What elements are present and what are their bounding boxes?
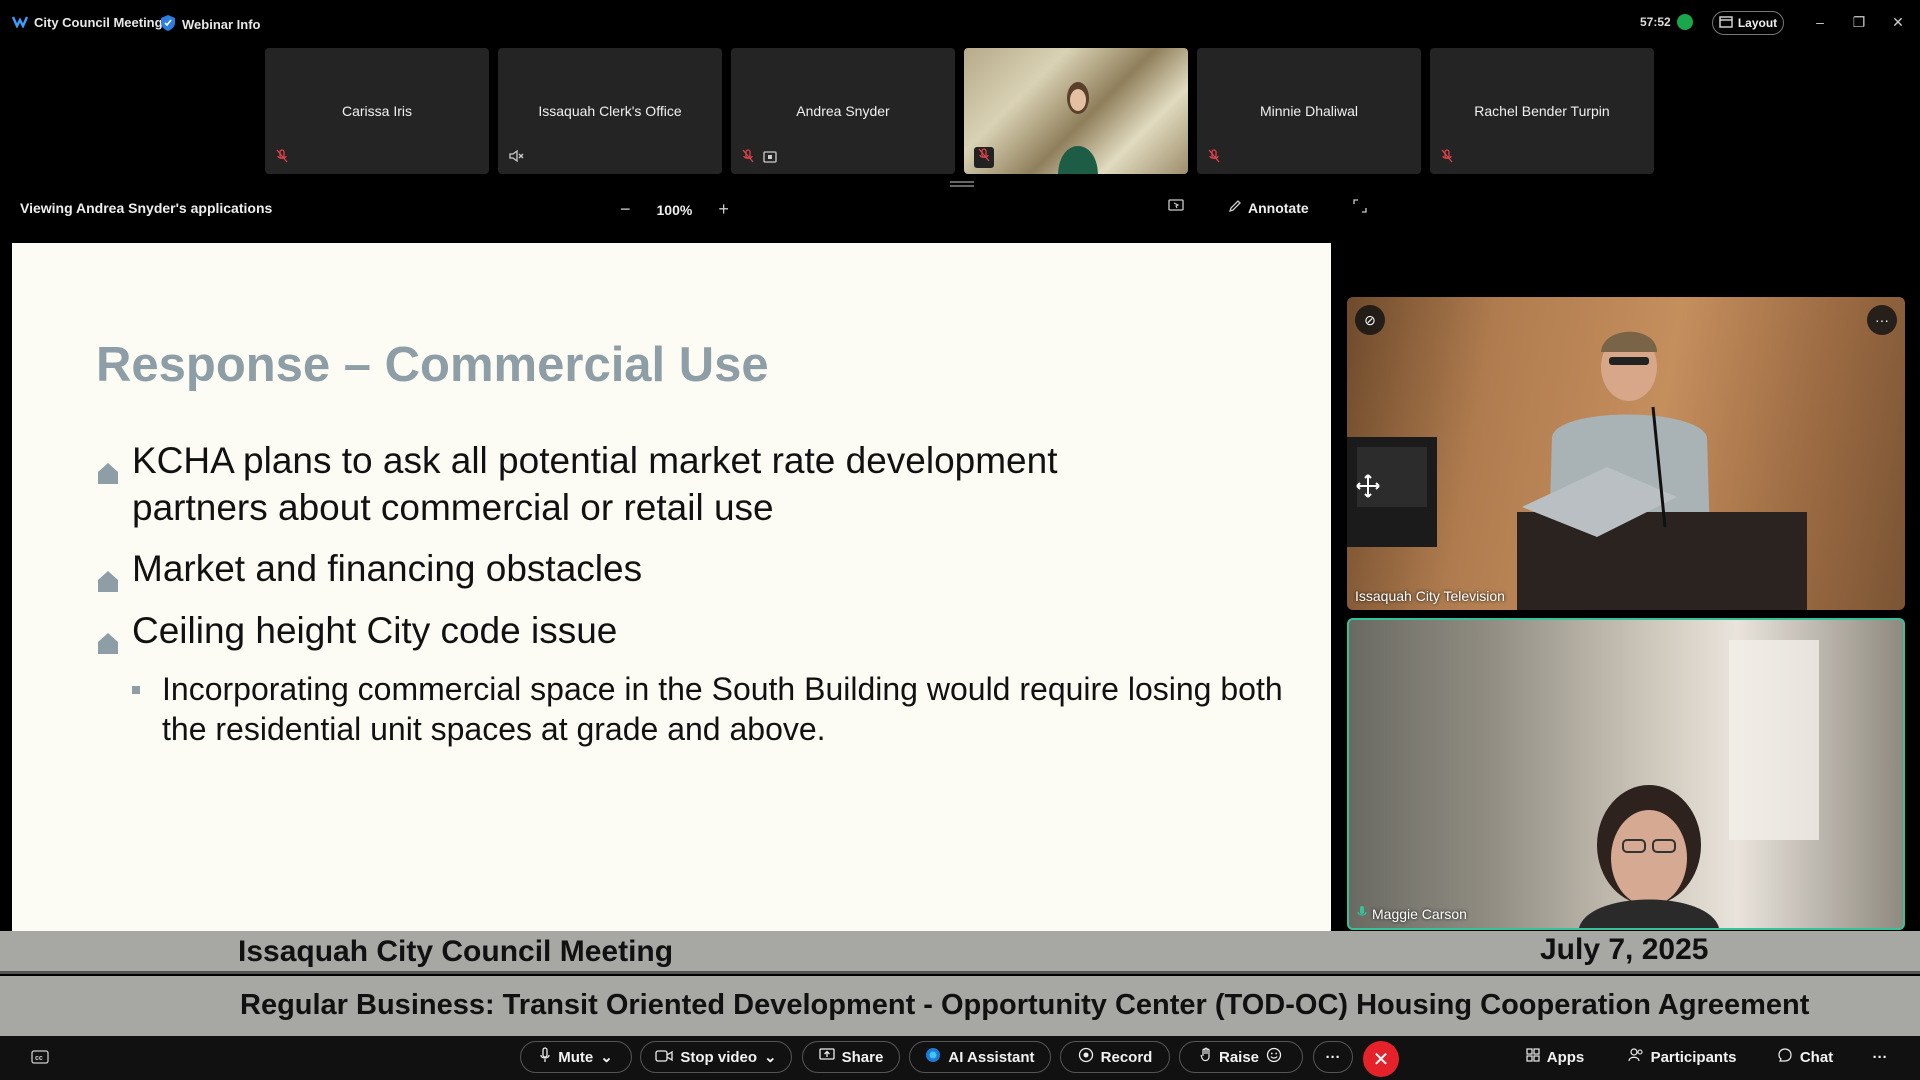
speaker-muted-icon	[508, 149, 524, 168]
shared-slide: Response – Commercial Use KCHA plans to …	[12, 243, 1331, 931]
camera-icon	[655, 1049, 674, 1066]
participants-button[interactable]: Participants	[1624, 1041, 1740, 1073]
mic-muted-icon	[741, 149, 755, 168]
layout-icon	[1719, 15, 1733, 31]
connection-status-icon	[1676, 14, 1693, 30]
remote-control-icon[interactable]	[1168, 199, 1184, 216]
participant-tile[interactable]: Rachel Bender Turpin	[1430, 48, 1654, 174]
participant-figure	[1579, 640, 1819, 928]
slide-sub-bullet: Incorporating commercial space in the So…	[132, 669, 1312, 749]
ai-assistant-icon	[925, 1047, 941, 1067]
captions-icon[interactable]: cc	[28, 1041, 52, 1073]
chat-button[interactable]: Chat	[1772, 1041, 1838, 1073]
webinar-info-button[interactable]: Webinar Info	[160, 14, 260, 35]
resize-handle[interactable]	[950, 181, 974, 187]
video-issaquah-city-television[interactable]: ⊘ ··· Issaquah City Television	[1347, 297, 1905, 610]
title-bar: City Council Meeting Webinar Info 57:52 …	[0, 0, 1920, 46]
restore-icon[interactable]: ❐	[1849, 12, 1869, 32]
slide-bullet: Ceiling height City code issue	[96, 607, 617, 666]
zoom-level[interactable]: 100%	[657, 202, 693, 218]
slide-bullet: KCHA plans to ask all potential market r…	[96, 437, 1196, 531]
end-call-icon[interactable]: ✕	[1363, 1041, 1399, 1077]
video-label: Issaquah City Television	[1355, 588, 1505, 604]
record-button[interactable]: Record	[1060, 1041, 1170, 1073]
pen-icon	[1228, 199, 1242, 216]
speaker-at-podium	[1347, 331, 1807, 610]
more-options-icon[interactable]: ···	[1867, 305, 1897, 335]
mic-muted-icon	[275, 149, 289, 168]
meeting-control-bar: cc Mute ⌄ Stop video ⌄ Share AI Assistan…	[0, 1036, 1920, 1080]
lower-third-topic: Regular Business: Transit Oriented Devel…	[0, 976, 1920, 1036]
more-options-icon[interactable]: ···	[1313, 1041, 1353, 1073]
participants-icon	[1627, 1047, 1644, 1067]
layout-button[interactable]: Layout	[1712, 11, 1784, 35]
unpin-icon[interactable]: ⊘	[1355, 305, 1385, 335]
annotate-button[interactable]: Annotate	[1228, 199, 1309, 216]
slide-title: Response – Commercial Use	[96, 338, 769, 392]
square-bullet-icon	[132, 669, 162, 749]
chat-icon	[1777, 1047, 1793, 1067]
house-bullet-icon	[96, 545, 132, 604]
share-toolbar: Annotate	[1168, 199, 1367, 216]
participant-tile[interactable]: Minnie Dhaliwal	[1197, 48, 1421, 174]
shield-icon	[160, 14, 176, 35]
share-viewing-label: Viewing Andrea Snyder's applications	[20, 200, 273, 216]
participant-tile[interactable]: Andrea Snyder	[731, 48, 955, 174]
hand-icon	[1200, 1047, 1212, 1067]
mute-button[interactable]: Mute ⌄	[520, 1041, 632, 1073]
apps-icon	[1526, 1048, 1540, 1066]
close-icon[interactable]: ✕	[1888, 12, 1908, 32]
house-bullet-icon	[96, 607, 132, 666]
record-icon	[1078, 1047, 1094, 1067]
mic-icon	[539, 1047, 551, 1067]
share-screen-icon	[818, 1048, 835, 1066]
fullscreen-icon[interactable]	[1353, 199, 1367, 216]
share-button[interactable]: Share	[802, 1041, 900, 1073]
slide-bullet: Market and financing obstacles	[96, 545, 642, 604]
webex-logo-icon	[11, 14, 29, 31]
ai-assistant-button[interactable]: AI Assistant	[909, 1041, 1051, 1073]
mic-muted-icon	[1207, 149, 1221, 168]
lower-third-meeting: Issaquah City Council Meeting July 7, 20…	[0, 931, 1920, 974]
reactions-icon[interactable]	[1266, 1047, 1282, 1067]
mic-icon	[1357, 905, 1367, 922]
video-label: Maggie Carson	[1357, 905, 1467, 922]
mic-muted-icon	[974, 147, 994, 168]
participant-tile[interactable]: Carissa Iris	[265, 48, 489, 174]
meeting-timer: 57:52	[1640, 14, 1693, 30]
raise-hand-button[interactable]: Raise	[1179, 1041, 1303, 1073]
zoom-out-icon[interactable]: −	[620, 199, 631, 220]
app-title[interactable]: City Council Meeting	[11, 14, 163, 31]
chevron-down-icon[interactable]: ⌄	[600, 1048, 613, 1066]
participant-video-tile[interactable]	[964, 48, 1188, 174]
svg-text:cc: cc	[35, 1055, 43, 1062]
video-maggie-carson[interactable]: Maggie Carson	[1347, 618, 1905, 930]
minimize-icon[interactable]: –	[1810, 12, 1830, 32]
participant-tile[interactable]: Issaquah Clerk's Office	[498, 48, 722, 174]
apps-button[interactable]: Apps	[1520, 1041, 1590, 1073]
participant-figure	[1058, 82, 1098, 174]
chevron-down-icon[interactable]: ⌄	[764, 1048, 777, 1066]
house-bullet-icon	[96, 437, 132, 531]
screen-share-icon	[763, 150, 777, 168]
move-icon[interactable]	[1355, 473, 1381, 504]
more-menu-icon[interactable]: ···	[1868, 1041, 1892, 1073]
zoom-controls: − 100% +	[620, 199, 729, 220]
mic-muted-icon	[1440, 149, 1454, 168]
stop-video-button[interactable]: Stop video ⌄	[640, 1041, 792, 1073]
zoom-in-icon[interactable]: +	[718, 199, 729, 220]
